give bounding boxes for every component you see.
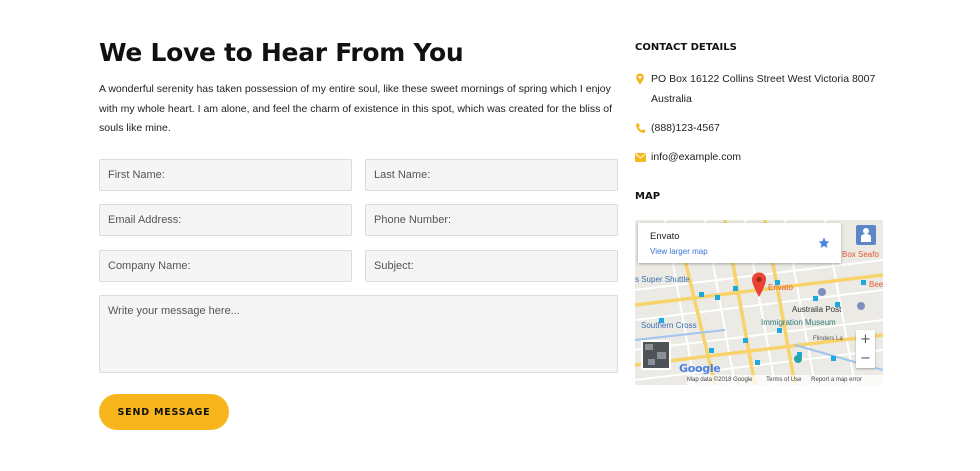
google-logo: Google [679, 362, 721, 375]
map-attribution: Map data ©2018 Google [687, 377, 753, 383]
map-report-link[interactable]: Report a map error [811, 377, 862, 383]
map-label-super-shuttle: s Super Shuttle [635, 275, 690, 284]
pegman-icon[interactable] [856, 225, 876, 245]
address-line-2: Australia [651, 93, 692, 105]
message-textarea[interactable] [99, 295, 618, 373]
email-input[interactable] [99, 204, 352, 236]
phone-icon [636, 123, 645, 133]
map-label-flinders: Flinders La [813, 336, 843, 342]
star-icon[interactable] [818, 237, 830, 249]
map-label-australia-post: Australia Post [792, 305, 842, 314]
email-address: info@example.com [651, 151, 742, 163]
map-label-envato: Envato [768, 283, 793, 292]
map-heading: MAP [635, 191, 661, 202]
map-label-bee: Bee [869, 280, 883, 289]
company-input[interactable] [99, 250, 352, 282]
map-place-name: Envato [650, 231, 680, 242]
embedded-map[interactable]: Envato Box Seafo s Super Shuttle Bee Aus… [635, 220, 883, 385]
zoom-in-button[interactable]: + [856, 330, 875, 349]
subject-input[interactable] [365, 250, 618, 282]
contact-details-heading: CONTACT DETAILS [635, 42, 737, 53]
last-name-input[interactable] [365, 159, 618, 191]
view-larger-map-link[interactable]: View larger map [650, 247, 708, 256]
phone-number: (888)123-4567 [651, 122, 720, 134]
map-zoom-controls: + − [856, 330, 875, 368]
map-place-card: Envato View larger map [638, 223, 841, 263]
location-pin-icon[interactable] [751, 272, 767, 298]
map-label-immigration-museum: Immigration Museum [761, 318, 836, 327]
address-line-1: PO Box 16122 Collins Street West Victori… [651, 73, 876, 85]
page-title: We Love to Hear From You [99, 38, 464, 67]
map-footer: Map data ©2018 Google Terms of Use Repor… [687, 375, 883, 385]
intro-paragraph: A wonderful serenity has taken possessio… [99, 83, 613, 134]
google-logo-text: Google [679, 362, 721, 375]
map-pin-icon [636, 73, 644, 85]
zoom-out-button[interactable]: − [856, 349, 875, 368]
envelope-icon [635, 153, 646, 162]
map-label-southern-cross: Southern Cross [641, 321, 697, 330]
send-message-button[interactable]: SEND MESSAGE [99, 394, 229, 430]
map-terms-link[interactable]: Terms of Use [766, 377, 801, 383]
phone-input[interactable] [365, 204, 618, 236]
map-label-box-seafood: Box Seafo [842, 250, 879, 259]
first-name-input[interactable] [99, 159, 352, 191]
